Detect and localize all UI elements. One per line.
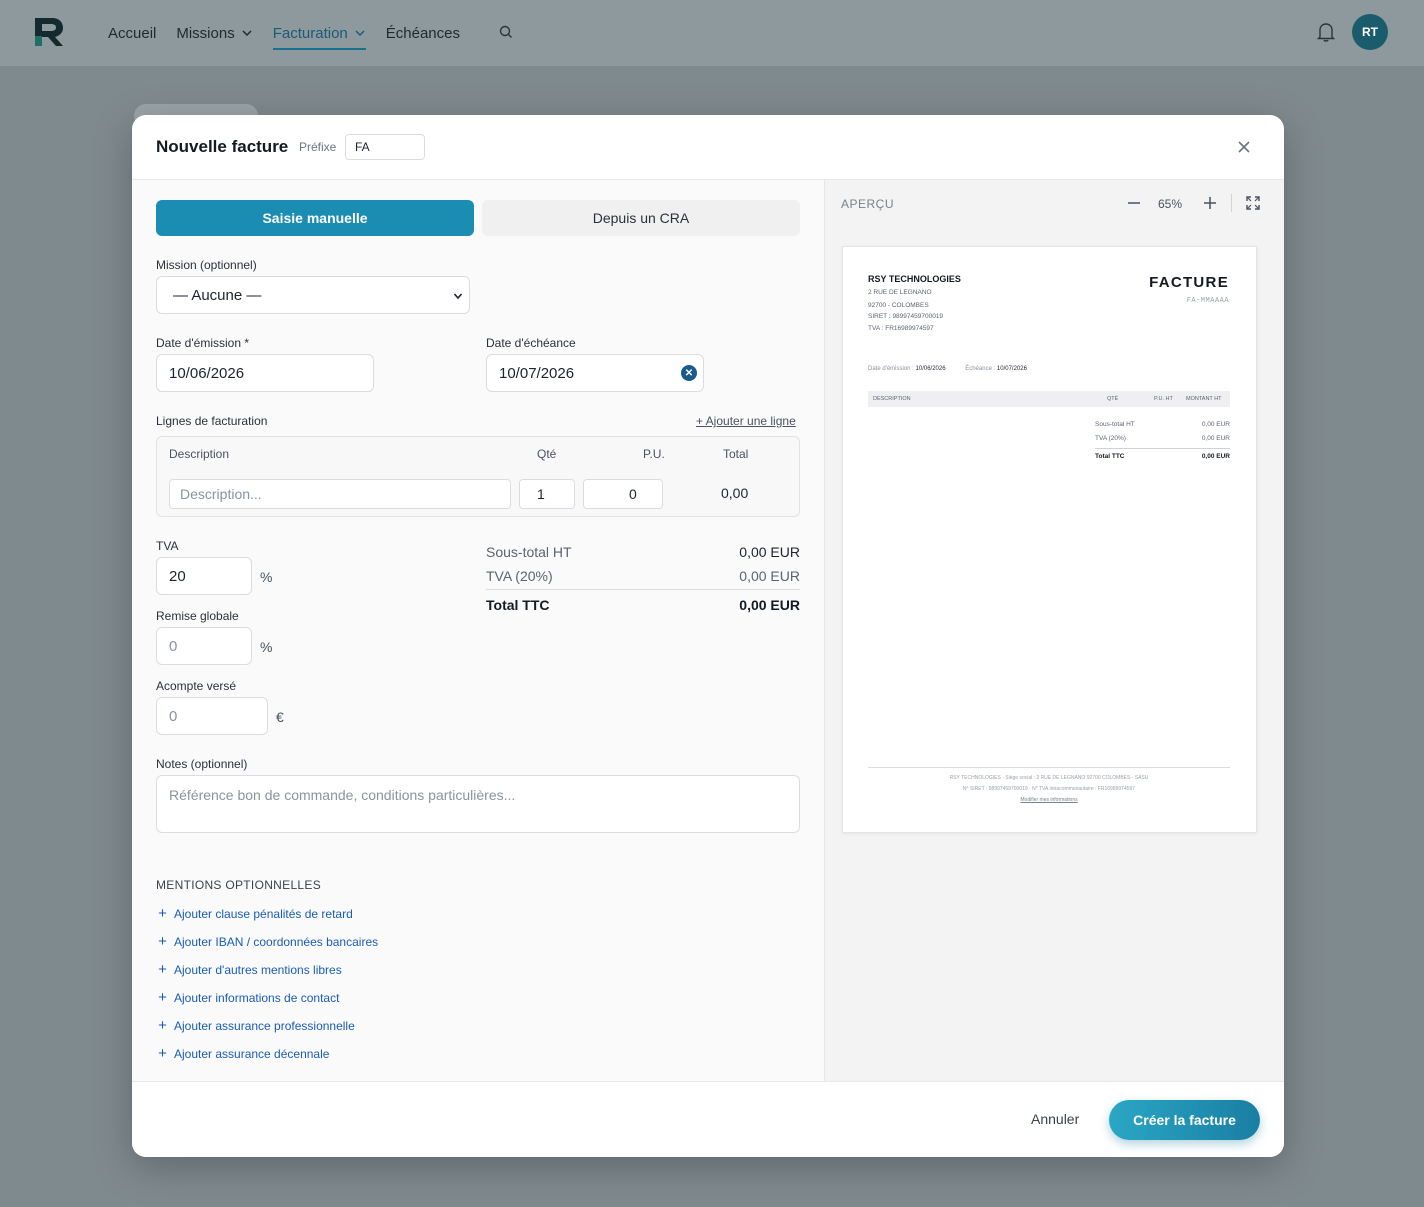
preview-footer-divider — [868, 767, 1230, 768]
mention-free-text[interactable]: + Ajouter d'autres mentions libres — [156, 961, 342, 978]
plus-icon: + — [158, 961, 167, 978]
line-qty-input[interactable]: 1 — [519, 479, 575, 509]
summary-divider — [486, 589, 800, 590]
preview-table-header: DESCRIPTION QTÉ P.U. HT MONTANT HT — [868, 391, 1230, 407]
bell-icon[interactable] — [1316, 21, 1336, 43]
deposit-euro: € — [276, 709, 284, 725]
clear-date-icon[interactable]: ✕ — [681, 365, 697, 381]
plus-icon: + — [158, 989, 167, 1006]
modal-header: Nouvelle facture Préfixe — [132, 115, 1284, 180]
preview-edit-info-link[interactable]: Modifier mes informations — [868, 797, 1230, 803]
mention-iban[interactable]: + Ajouter IBAN / coordonnées bancaires — [156, 933, 378, 950]
issue-date-input[interactable]: 10/06/2026 — [156, 354, 374, 392]
line-description-input[interactable]: Description... — [169, 479, 511, 509]
chevron-down-icon — [453, 293, 463, 300]
mission-select[interactable]: — Aucune — — [156, 276, 470, 314]
invoice-form: Saisie manuelle Depuis un CRA Mission (o… — [132, 180, 824, 1082]
main-nav: Accueil Missions Facturation Échéances — [108, 0, 480, 66]
tva-input[interactable]: 20 — [156, 557, 252, 595]
preview-total: Total TTC 0,00 EUR — [1095, 453, 1230, 460]
preview-footer-line: N° SIRET : 98997459700019 · N° TVA intra… — [962, 786, 1136, 792]
subtotal-row: Sous-total HT 0,00 EUR — [486, 544, 800, 560]
zoom-in-icon[interactable] — [1201, 194, 1219, 212]
nav-missions[interactable]: Missions — [176, 0, 252, 66]
close-icon[interactable] — [1234, 137, 1254, 157]
app-logo[interactable] — [32, 16, 66, 48]
line-pu-input[interactable]: 0 — [583, 479, 663, 509]
col-qty: Qté — [537, 447, 557, 461]
due-date-input[interactable]: 10/07/2026 ✕ — [486, 354, 704, 392]
chevron-down-icon — [242, 30, 252, 37]
notes-textarea[interactable]: Référence bon de commande, conditions pa… — [156, 775, 800, 833]
preview-doc-number: FA-MMAAAA — [1186, 297, 1229, 305]
zoom-level: 65% — [1158, 197, 1183, 211]
preview-footer-line: RSY TECHNOLOGIES · Siège social : 2 RUE … — [949, 775, 1149, 781]
toolbar-divider — [1231, 194, 1232, 212]
modal-footer: Annuler Créer la facture — [132, 1081, 1284, 1157]
tab-from-cra[interactable]: Depuis un CRA — [482, 200, 800, 236]
deposit-input[interactable]: 0 — [156, 697, 268, 735]
preview-dates: Date d'émission : 10/06/2026 Échéance : … — [868, 366, 1027, 372]
nav-echeances[interactable]: Échéances — [386, 0, 460, 66]
preview-address-line: SIRET : 98997459700019 — [868, 313, 944, 320]
tab-manual-entry[interactable]: Saisie manuelle — [156, 200, 474, 236]
mention-late-penalty[interactable]: + Ajouter clause pénalités de retard — [156, 905, 353, 922]
total-row: Total TTC 0,00 EUR — [486, 597, 800, 613]
tva-percent: % — [260, 569, 273, 585]
create-invoice-button[interactable]: Créer la facture — [1109, 1100, 1260, 1140]
notes-label: Notes (optionnel) — [156, 757, 248, 771]
nav-facturation[interactable]: Facturation — [272, 0, 366, 66]
preview-company-name: RSY TECHNOLOGIES — [868, 274, 961, 284]
plus-icon: + — [158, 1017, 167, 1034]
deposit-label: Acompte versé — [156, 679, 237, 693]
mentions-title: MENTIONS OPTIONNELLES — [156, 878, 321, 892]
fullscreen-icon[interactable] — [1245, 195, 1261, 211]
search-icon[interactable] — [498, 24, 514, 40]
preview-address-line: 2 RUE DE LEGNANO — [868, 289, 932, 296]
discount-label: Remise globale — [156, 609, 239, 623]
mention-contact[interactable]: + Ajouter informations de contact — [156, 989, 339, 1006]
mission-label: Mission (optionnel) — [156, 258, 257, 272]
col-pu: P.U. — [643, 447, 665, 461]
preview-title: APERÇU — [841, 197, 895, 211]
preview-address-line: TVA : FR16989974597 — [868, 325, 934, 332]
lines-label: Lignes de facturation — [156, 414, 268, 428]
mention-decennial-insurance[interactable]: + Ajouter assurance décennale — [156, 1045, 329, 1062]
prefix-input[interactable] — [345, 134, 425, 160]
plus-icon: + — [158, 933, 167, 950]
col-total: Total — [723, 447, 749, 461]
tva-label: TVA — [156, 539, 179, 553]
due-date-label: Date d'échéance — [486, 336, 576, 350]
discount-input[interactable]: 0 — [156, 627, 252, 665]
preview-address-line: 92700 - COLOMBES — [868, 302, 929, 309]
new-invoice-modal: Nouvelle facture Préfixe Saisie manuelle… — [132, 115, 1284, 1157]
chevron-down-icon — [355, 30, 365, 37]
add-line-link[interactable]: + Ajouter une ligne — [696, 414, 796, 428]
preview-summary-divider — [1095, 448, 1230, 449]
mention-pro-insurance[interactable]: + Ajouter assurance professionnelle — [156, 1017, 355, 1034]
col-description: Description — [169, 447, 230, 461]
avatar[interactable]: RT — [1352, 14, 1388, 50]
plus-icon: + — [158, 905, 167, 922]
discount-percent: % — [260, 639, 273, 655]
tva-row: TVA (20%) 0,00 EUR — [486, 568, 800, 584]
preview-doc-title: FACTURE — [1149, 274, 1229, 291]
modal-title: Nouvelle facture — [156, 137, 289, 156]
nav-accueil[interactable]: Accueil — [108, 0, 156, 66]
preview-subtotal: Sous-total HT 0,00 EUR — [1095, 421, 1230, 428]
issue-date-label: Date d'émission * — [156, 336, 249, 350]
invoice-preview-paper: RSY TECHNOLOGIES 2 RUE DE LEGNANO 92700 … — [842, 246, 1257, 833]
zoom-out-icon[interactable] — [1125, 194, 1143, 212]
prefix-label: Préfixe — [299, 140, 337, 154]
top-navbar: Accueil Missions Facturation Échéances R… — [0, 0, 1424, 66]
plus-icon: + — [158, 1045, 167, 1062]
cancel-button[interactable]: Annuler — [1031, 1111, 1079, 1127]
invoice-lines-table: Description Qté P.U. Total Description..… — [156, 436, 800, 517]
line-total: 0,00 — [721, 485, 749, 501]
preview-tva: TVA (20%) 0,00 EUR — [1095, 435, 1230, 442]
invoice-preview-pane: APERÇU 65% RSY TECHNOLOGIES 2 RUE DE LEG… — [824, 180, 1284, 1082]
